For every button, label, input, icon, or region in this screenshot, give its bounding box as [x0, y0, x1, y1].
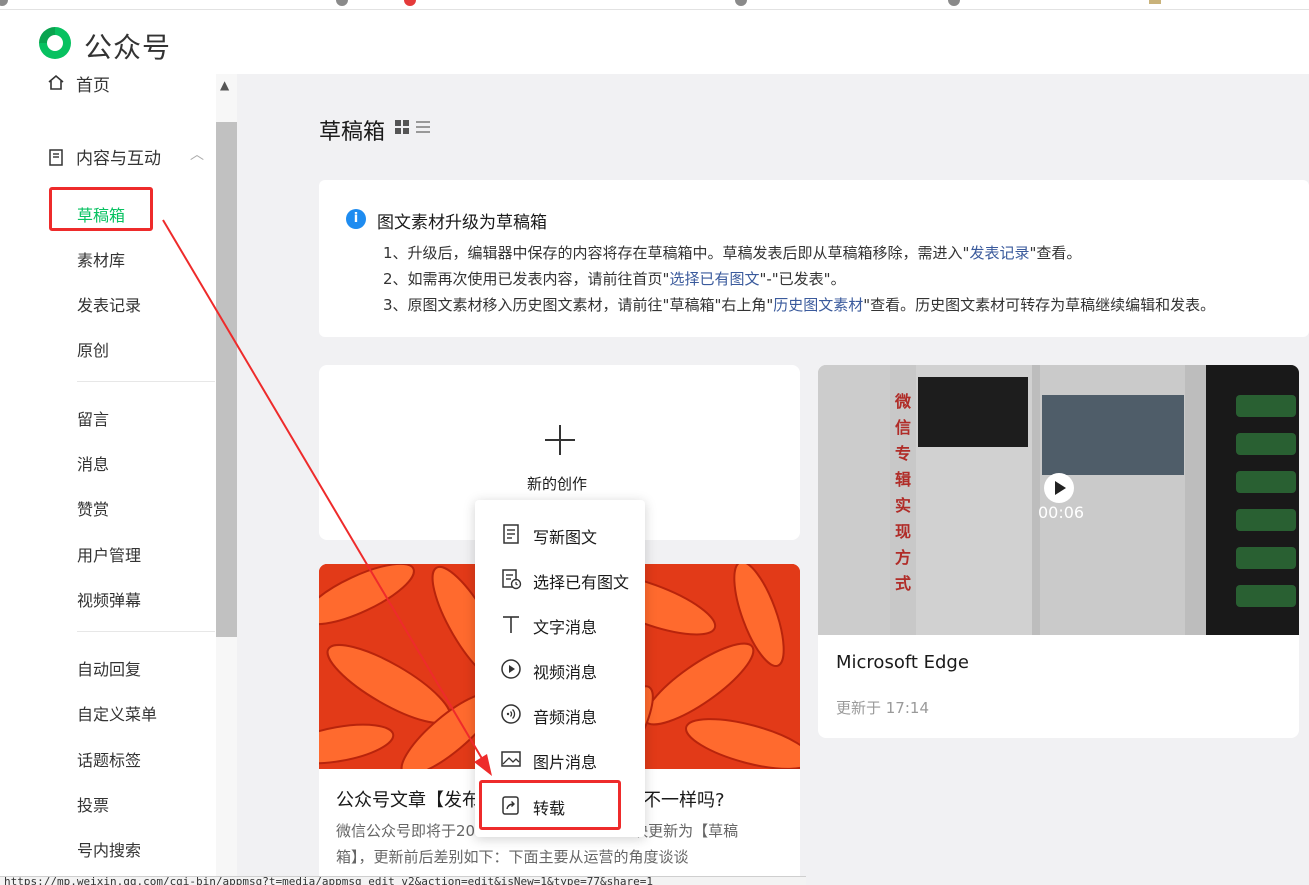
- sidebar-divider: [77, 381, 215, 382]
- article-title-text: 公众号文章【发布: [336, 790, 480, 811]
- upgrade-notice: i 图文素材升级为草稿箱 1、升级后，编辑器中保存的内容将存在草稿箱中。草稿发表…: [319, 180, 1309, 337]
- sidebar-item-rewards[interactable]: 赞赏: [77, 496, 109, 520]
- annotation-highlight-drafts: [49, 187, 153, 231]
- sidebar-group-label: 内容与互动: [76, 149, 161, 169]
- browser-tab-strip: [0, 0, 1309, 10]
- sidebar-item-user-management[interactable]: 用户管理: [77, 542, 141, 566]
- menu-item-label: 音频消息: [533, 708, 598, 727]
- sidebar-scrollbar-thumb[interactable]: [216, 122, 237, 637]
- menu-item-write-article[interactable]: 写新图文: [475, 514, 645, 554]
- publish-records-link[interactable]: 发表记录: [969, 244, 1029, 262]
- video-message-icon: [501, 659, 521, 679]
- sidebar-item-video-danmaku[interactable]: 视频弹幕: [77, 587, 141, 611]
- browser-status-url: https://mp.weixin.qq.com/cgi-bin/appmsg?…: [0, 876, 806, 885]
- notice-text: "查看。历史图文素材可转存为草稿继续编辑和发表。: [863, 296, 1216, 314]
- menu-item-image-message[interactable]: 图片消息: [475, 739, 645, 779]
- existing-article-icon: [502, 569, 522, 590]
- sidebar-divider: [77, 631, 215, 632]
- article-title-text: 不一样吗?: [643, 790, 725, 811]
- audio-message-icon: [501, 704, 521, 724]
- tab-favicon-icon[interactable]: [0, 0, 8, 6]
- sidebar-item-auto-reply[interactable]: 自动回复: [77, 656, 141, 680]
- text-message-icon: [503, 616, 519, 633]
- video-updated-time: 更新于 17:14: [836, 699, 929, 717]
- notice-text: 1、升级后，编辑器中保存的内容将存在草稿箱中。草稿发表后即从草稿箱移除，需进入": [383, 244, 970, 262]
- image-message-icon: [501, 751, 521, 767]
- tab-favicon-icon[interactable]: [404, 0, 416, 6]
- video-duration: 00:06: [1038, 503, 1085, 522]
- sidebar-item-custom-menu[interactable]: 自定义菜单: [77, 701, 157, 725]
- sidebar-item-votes[interactable]: 投票: [77, 792, 109, 816]
- top-bar: 公众号: [0, 10, 1309, 74]
- sidebar-group-content[interactable]: 内容与互动 ︿: [46, 144, 204, 169]
- sidebar-item-home[interactable]: 首页: [46, 74, 110, 96]
- notice-text: "查看。: [1029, 244, 1082, 262]
- tab-favicon-icon[interactable]: [948, 0, 960, 6]
- tab-favicon-icon[interactable]: [336, 0, 348, 6]
- menu-item-label: 写新图文: [533, 528, 598, 547]
- plus-icon: [545, 425, 575, 455]
- sidebar-item-materials[interactable]: 素材库: [77, 247, 125, 271]
- page-title: 草稿箱: [319, 120, 386, 145]
- menu-item-label: 视频消息: [533, 663, 598, 682]
- annotation-highlight-repost: [479, 780, 621, 830]
- menu-item-video-message[interactable]: 视频消息: [475, 649, 645, 689]
- sidebar-item-topic-tags[interactable]: 话题标签: [77, 747, 141, 771]
- sidebar-item-messages[interactable]: 消息: [77, 451, 109, 475]
- article-desc-text: 微信公众号即将于20: [336, 822, 476, 840]
- article-description: 箱】，更新前后差别如下：下面主要从运营的角度谈谈: [336, 848, 689, 866]
- document-icon: [49, 148, 63, 166]
- notice-text: 2、如需再次使用已发表内容，请前往首页": [383, 270, 670, 288]
- menu-item-audio-message[interactable]: 音频消息: [475, 694, 645, 734]
- grid-view-icon[interactable]: [395, 120, 409, 134]
- notice-title: 图文素材升级为草稿箱: [377, 213, 547, 233]
- list-view-icon[interactable]: [416, 120, 430, 134]
- scroll-up-icon[interactable]: ▲: [220, 78, 229, 92]
- tab-favicon-icon[interactable]: [1149, 0, 1161, 4]
- sidebar-item-label: 首页: [76, 75, 110, 96]
- menu-item-label: 选择已有图文: [533, 573, 630, 592]
- sidebar-item-publish-records[interactable]: 发表记录: [77, 292, 141, 316]
- menu-item-text-message[interactable]: 文字消息: [475, 604, 645, 644]
- info-icon: i: [346, 209, 366, 229]
- brand-name[interactable]: 公众号: [84, 26, 171, 66]
- notice-line-3: 3、原图文素材移入历史图文素材，请前往"草稿箱"右上角"历史图文素材"查看。历史…: [383, 294, 1215, 315]
- video-title: Microsoft Edge: [836, 652, 969, 673]
- tab-favicon-icon[interactable]: [735, 0, 747, 6]
- wechat-official-logo-icon[interactable]: [36, 24, 74, 62]
- home-icon: [48, 74, 64, 90]
- sidebar-item-in-account-search[interactable]: 号内搜索: [77, 837, 141, 861]
- menu-item-select-existing[interactable]: 选择已有图文: [475, 559, 645, 599]
- notice-text: 3、原图文素材移入历史图文素材，请前往"草稿箱"右上角": [383, 296, 774, 314]
- notice-line-1: 1、升级后，编辑器中保存的内容将存在草稿箱中。草稿发表后即从草稿箱移除，需进入"…: [383, 242, 1081, 263]
- new-creation-label: 新的创作: [527, 475, 588, 493]
- select-existing-article-link[interactable]: 选择已有图文: [669, 270, 759, 288]
- sidebar-item-comments[interactable]: 留言: [77, 406, 109, 430]
- notice-line-2: 2、如需再次使用已发表内容，请前往首页"选择已有图文"-"已发表"。: [383, 268, 846, 289]
- menu-item-label: 图片消息: [533, 753, 598, 772]
- sidebar-item-original[interactable]: 原创: [77, 337, 109, 361]
- draft-card-video[interactable]: 微信专辑 实现方式 00:06 Microsoft Edge 更新于 17:14: [818, 365, 1299, 738]
- history-articles-link[interactable]: 历史图文素材: [773, 296, 863, 314]
- article-desc-text: 块更新为【草稿: [633, 822, 739, 840]
- notice-text: "-"已发表"。: [759, 270, 846, 288]
- new-article-icon: [503, 524, 519, 544]
- chevron-up-icon[interactable]: ︿: [190, 144, 204, 164]
- play-icon[interactable]: [1044, 473, 1074, 503]
- menu-item-label: 文字消息: [533, 618, 598, 637]
